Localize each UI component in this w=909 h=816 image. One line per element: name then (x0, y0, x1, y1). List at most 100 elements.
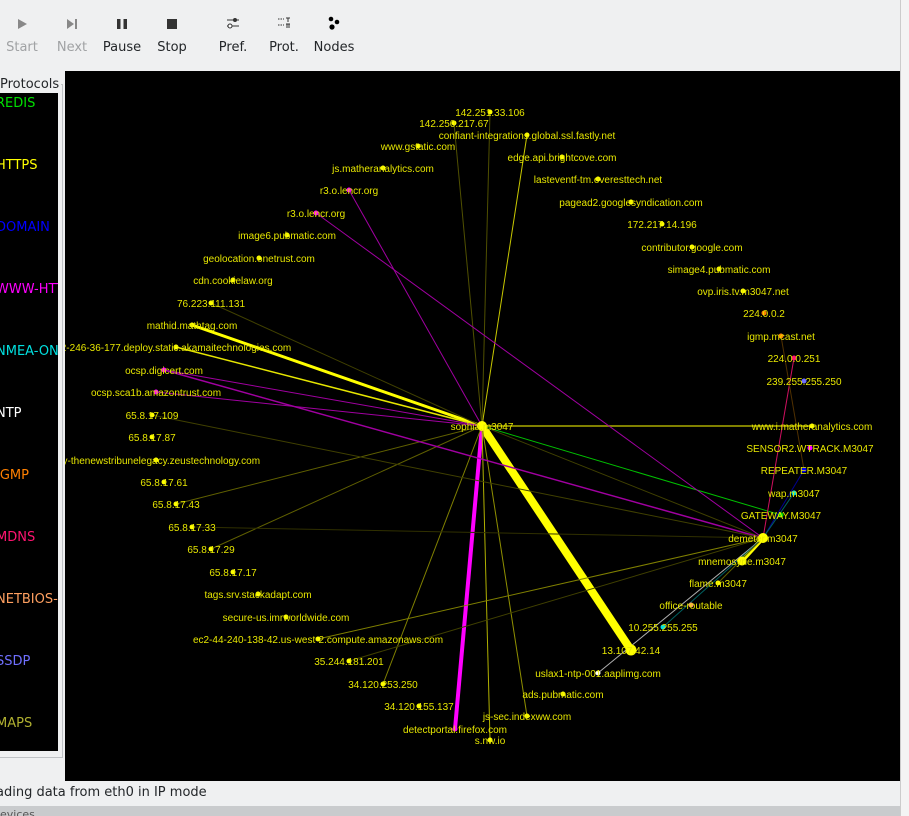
node-label[interactable]: tags.srv.stackadapt.com (204, 590, 311, 601)
protocols-list[interactable]: REDIS HTTPS DOMAIN WWW-HTTP NMEA-ONE NTP IGMP M… (0, 93, 58, 751)
link-edge (151, 414, 764, 539)
node-label[interactable]: 65.8.17.43 (152, 500, 200, 511)
link-edge (210, 302, 483, 427)
link-edge (453, 425, 484, 730)
node-label[interactable]: www.gstatic.com (380, 142, 455, 153)
node-label[interactable]: ocsp.digicert.com (125, 366, 203, 377)
node-label[interactable]: cdn.cookielaw.org (193, 276, 273, 287)
node-label[interactable]: lasteventf-tm.everesttech.net (534, 175, 663, 186)
protocol-item[interactable]: NMEA-ONE (0, 344, 58, 359)
link-edge (481, 425, 764, 539)
node-label[interactable]: pagead2.googlesyndication.com (559, 198, 702, 209)
protocol-item[interactable]: WWW-HTTP (0, 282, 58, 297)
node-label[interactable]: flame.m3047 (689, 579, 747, 590)
node-label[interactable]: 172.217.14.196 (627, 220, 697, 231)
node-label[interactable]: ads.pubmatic.com (522, 690, 603, 701)
bottom-panel: evices (0, 806, 900, 816)
node-label[interactable]: 34.120.155.137 (384, 702, 454, 713)
stop-icon (155, 14, 189, 40)
nodes-button[interactable]: Nodes (312, 14, 356, 64)
node-label[interactable]: image6.pubmatic.com (238, 231, 336, 242)
preferences-button[interactable]: Pref. (216, 14, 250, 64)
link-edge (478, 423, 635, 653)
protocol-item[interactable]: SSDP (0, 654, 30, 669)
node-label[interactable]: ocsp.sca1b.amazontrust.com (91, 388, 221, 399)
node-label[interactable]: edge.api.brightcove.com (508, 153, 617, 164)
protocols-button[interactable]: Prot. (267, 14, 301, 64)
node-label[interactable]: js-sec.indexww.com (482, 712, 571, 723)
node-label[interactable]: contributor.google.com (641, 243, 742, 254)
pause-icon (100, 14, 144, 40)
node-label[interactable]: 65.8.17.61 (140, 478, 188, 489)
node-label[interactable]: 65.8.17.33 (168, 523, 216, 534)
start-button[interactable]: Start (4, 14, 40, 64)
protocol-item[interactable]: MAPS (0, 716, 32, 731)
protocol-item[interactable]: HTTPS (0, 158, 38, 173)
node-label[interactable]: 35.244.181.201 (314, 657, 384, 668)
node-label[interactable]: js.matheranalytics.com (331, 164, 434, 175)
protocols-icon (267, 14, 301, 40)
node-label[interactable]: 142.250.217.67 (419, 119, 489, 130)
link-edge (163, 369, 764, 539)
node-label[interactable]: 224.0.0.2 (743, 309, 785, 320)
node-label[interactable]: 65.8.17.109 (126, 411, 179, 422)
node-label[interactable]: demeter.m3047 (728, 534, 798, 545)
node-label[interactable]: office-routable (659, 601, 723, 612)
node-label[interactable]: r3.o.lencr.org (320, 186, 378, 197)
node-label[interactable]: igmp.mcast.net (747, 332, 815, 343)
protocols-title: Protocols (0, 77, 62, 92)
link-edge (191, 526, 764, 539)
protocol-item[interactable]: NETBIOS-NS (0, 592, 58, 607)
node-label[interactable]: r3.o.lencr.org (287, 209, 345, 220)
node-label[interactable]: wap.m3047 (767, 489, 820, 500)
node-label[interactable]: mnemosyne.m3047 (698, 557, 786, 568)
node-label[interactable]: ec2-44-240-138-42.us-west-2.compute.amaz… (193, 635, 443, 646)
pause-button[interactable]: Pause (100, 14, 144, 64)
node-label[interactable]: uslax1-ntp-001.aaplimg.com (535, 669, 661, 680)
play-icon (4, 14, 40, 40)
network-graph-canvas[interactable]: sophia.m3047 demeter.m3047 mnemosyne.m3047… (65, 71, 900, 781)
node-label[interactable]: 224.0.0.251 (768, 354, 821, 365)
node-label[interactable]: 76.223.111.131 (177, 299, 245, 310)
background-window (900, 0, 909, 816)
node-label[interactable]: detectportal.firefox.com (403, 725, 507, 736)
node-label[interactable]: 65.8.17.29 (187, 545, 235, 556)
node-label[interactable]: sophia.m3047 (451, 422, 514, 433)
node-label[interactable]: mathid.mathtag.com (147, 321, 238, 332)
node-label[interactable]: SENSOR2.WTRACK.M3047 (746, 444, 874, 455)
node-label[interactable]: 34.120.253.250 (348, 680, 418, 691)
node-label[interactable]: s.nw.io (475, 736, 506, 747)
node-label[interactable]: 10.255.255.255 (628, 623, 698, 634)
node-label[interactable]: 65.8.17.87 (128, 433, 176, 444)
network-graph[interactable]: sophia.m3047 demeter.m3047 mnemosyne.m3047… (65, 71, 900, 781)
node-label[interactable]: 2-246-36-177.deploy.static.akamaitechnol… (65, 343, 291, 354)
node-label[interactable]: chy-thenewstribunelegacy.zeustechnology.… (65, 456, 260, 467)
protocol-item[interactable]: IGMP (0, 468, 29, 483)
nodes-icon (312, 14, 356, 40)
node-label[interactable]: www.i.matheranalytics.com (751, 422, 873, 433)
bottom-panel-label: evices (0, 808, 35, 816)
node-label[interactable]: ovp.iris.tv.m3047.net (697, 287, 789, 298)
protocol-item[interactable]: NTP (0, 406, 22, 421)
protocol-item[interactable]: MDNS (0, 530, 35, 545)
node-label[interactable]: 239.255.255.250 (766, 377, 842, 388)
stop-button[interactable]: Stop (155, 14, 189, 64)
node-label[interactable]: 13.107.42.14 (602, 646, 661, 657)
protocol-item[interactable]: DOMAIN (0, 220, 50, 235)
node-label[interactable]: secure-us.imrworldwide.com (223, 613, 350, 624)
link-edge (453, 122, 483, 427)
node-label[interactable]: 142.251.33.106 (455, 108, 525, 119)
status-bar: ading data from eth0 in IP mode (0, 785, 207, 800)
title-strip (0, 0, 900, 8)
link-edge (315, 212, 764, 539)
node-label[interactable]: simage4.pubmatic.com (668, 265, 771, 276)
node-label[interactable]: 65.8.17.17 (209, 568, 257, 579)
link-edge (481, 425, 491, 741)
node-label[interactable]: confiant-integrations.global.ssl.fastly.… (439, 131, 616, 142)
node-label[interactable]: GATEWAY.M3047 (741, 511, 822, 522)
protocol-item[interactable]: REDIS (0, 96, 35, 111)
node-label[interactable]: REPEATER.M3047 (761, 466, 848, 477)
next-button[interactable]: Next (54, 14, 90, 64)
skip-forward-icon (54, 14, 90, 40)
node-label[interactable]: geolocation.onetrust.com (203, 254, 315, 265)
